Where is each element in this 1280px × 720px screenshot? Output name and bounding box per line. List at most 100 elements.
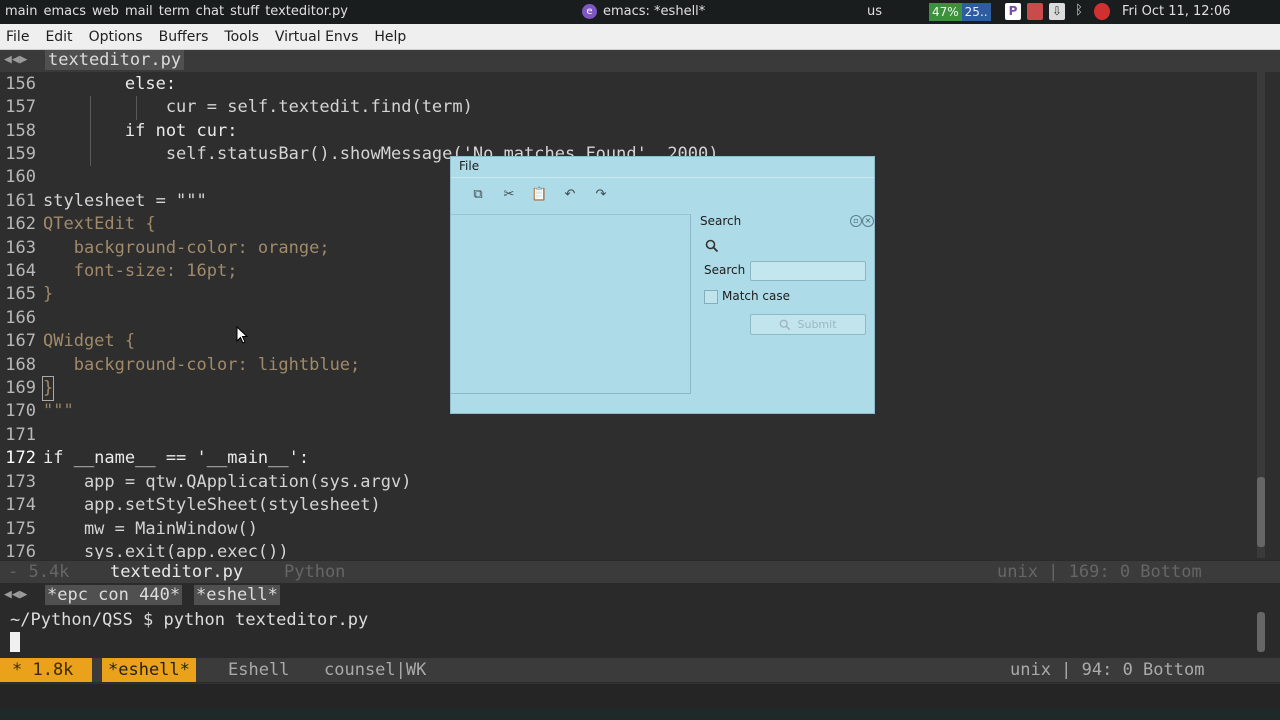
obs-tray-icon[interactable] [1094, 3, 1110, 20]
eshell-buffer[interactable]: ~/Python/QSS $ python texteditor.py [0, 606, 1280, 658]
eshell-modeline[interactable]: * 1.8k *eshell* Eshell counsel|WK unix |… [0, 658, 1280, 682]
workspace-web[interactable]: web [89, 4, 122, 19]
match-case-checkbox[interactable] [704, 290, 718, 304]
modeline-minor-modes[interactable]: counsel|WK [324, 658, 426, 682]
line-number: 175 [5, 519, 36, 539]
line-number: 171 [5, 425, 36, 445]
battery-indicator[interactable]: 47% 25.. [929, 3, 991, 21]
search-input[interactable] [750, 261, 866, 281]
download-tray-icon[interactable]: ⇩ [1049, 3, 1065, 20]
active-window-title[interactable]: e emacs: *eshell* [582, 4, 705, 19]
dock-close-icon[interactable]: × [862, 215, 874, 227]
code-text: """ [43, 401, 74, 421]
menu-buffers[interactable]: Buffers [151, 29, 217, 45]
code-line: 173 app = qtw.QApplication(sys.argv) [0, 471, 1250, 494]
qt-text-editor-window[interactable]: File ⧉ ✂ 📋 ↶ ↷ Search ▫ × Search Match c… [450, 156, 875, 414]
qt-menu-file[interactable]: File [459, 159, 479, 173]
workspace-term[interactable]: term [156, 4, 193, 19]
line-number: 169 [5, 378, 36, 398]
code-line: 157 cur = self.textedit.find(term) [0, 96, 1250, 119]
redo-icon[interactable]: ↷ [593, 187, 609, 203]
eshell-tabline: ◀◀▶ *epc con 440* *eshell* [0, 585, 1280, 605]
line-number: 158 [5, 121, 36, 141]
code-text: cur = self.textedit.find(term) [43, 97, 473, 117]
line-number: 159 [5, 144, 36, 164]
code-text: background-color: lightblue; [43, 355, 361, 375]
workspace-emacs[interactable]: emacs [40, 4, 89, 19]
line-number: 172 [5, 448, 36, 468]
indent-guide [90, 96, 91, 166]
modeline-major-mode[interactable]: Eshell [228, 658, 289, 682]
editor-modeline[interactable]: - 5.4k texteditor.py Python unix | 169: … [0, 561, 1280, 583]
modeline-buffer-name: *eshell* [102, 658, 196, 682]
eshell-prompt-line: ~/Python/QSS $ python texteditor.py [10, 610, 369, 630]
paste-icon[interactable]: 📋 [531, 187, 547, 203]
mouse-pointer-icon [236, 326, 248, 344]
modeline-major-mode[interactable]: Python [284, 561, 345, 583]
bluetooth-icon[interactable]: ᛒ [1071, 3, 1087, 20]
code-text: app = qtw.QApplication(sys.argv) [43, 472, 412, 492]
workspace-mail[interactable]: mail [122, 4, 156, 19]
undo-icon[interactable]: ↶ [562, 187, 578, 203]
menu-help[interactable]: Help [366, 29, 414, 45]
app-tray-icon[interactable] [1027, 3, 1043, 20]
tab-scroll-arrows[interactable]: ◀◀▶ [4, 585, 27, 605]
menu-edit[interactable]: Edit [37, 29, 80, 45]
line-number: 168 [5, 355, 36, 375]
line-number: 157 [5, 97, 36, 117]
code-text: app.setStyleSheet(stylesheet) [43, 495, 381, 515]
modeline-size: - 5.4k [8, 562, 70, 582]
copy-icon[interactable]: ⧉ [470, 187, 486, 203]
scrollbar-thumb[interactable] [1257, 477, 1265, 547]
minibuffer[interactable] [0, 683, 1280, 709]
battery-extra: 25.. [961, 3, 991, 21]
workspace-main[interactable]: main [2, 4, 40, 19]
menu-file[interactable]: File [0, 29, 37, 45]
tab-texteditor[interactable]: texteditor.py [45, 50, 185, 70]
match-case-label[interactable]: Match case [722, 289, 790, 303]
submit-button[interactable]: Submit [750, 314, 866, 335]
cut-icon[interactable]: ✂ [501, 187, 517, 203]
tab-epc-con[interactable]: *epc con 440* [45, 585, 183, 605]
line-number: 165 [5, 284, 36, 304]
tab-eshell[interactable]: *eshell* [194, 585, 280, 605]
qt-text-edit-area[interactable] [451, 214, 691, 394]
menu-tools[interactable]: Tools [216, 29, 267, 45]
qt-toolbar: ⧉ ✂ 📋 ↶ ↷ [451, 177, 874, 214]
code-line: 171 [0, 424, 1250, 447]
keyboard-layout[interactable]: us [867, 4, 882, 19]
editor-scrollbar[interactable] [1257, 72, 1265, 558]
eshell-scrollbar[interactable] [1257, 612, 1265, 652]
code-text: QTextEdit { [43, 214, 156, 234]
code-text: } [43, 284, 54, 304]
modeline-buffer-name: texteditor.py [110, 562, 244, 582]
editor-tabline: ◀◀▶ texteditor.py [0, 50, 1280, 72]
workspace-texteditor[interactable]: texteditor.py [262, 4, 351, 19]
search-icon [780, 319, 791, 330]
modeline-position: unix | 169: 0 Bottom [997, 562, 1202, 582]
desktop-wallpaper-strip [0, 708, 1280, 720]
code-line: 156 else: [0, 73, 1250, 96]
line-number: 170 [5, 401, 36, 421]
search-dock-title: Search [700, 214, 742, 228]
emacs-menubar: File Edit Options Buffers Tools Virtual … [0, 24, 1280, 50]
workspace-stuff[interactable]: stuff [227, 4, 262, 19]
search-icon [705, 239, 719, 253]
modeline-position: unix | 94: 0 Bottom [1010, 660, 1205, 680]
tab-scroll-arrows[interactable]: ◀◀▶ [4, 52, 27, 67]
dock-float-icon[interactable]: ▫ [850, 215, 862, 227]
system-topbar: main emacs web mail term chat stuff text… [0, 0, 1280, 24]
p-tray-icon[interactable]: P [1005, 3, 1021, 20]
clock[interactable]: Fri Oct 11, 12:06 [1122, 4, 1231, 19]
submit-label: Submit [797, 318, 837, 331]
line-number: 156 [5, 74, 36, 94]
menu-virtual-envs[interactable]: Virtual Envs [267, 29, 367, 45]
code-line: 176 sys.exit(app.exec()) [0, 541, 1250, 559]
code-text: else: [43, 74, 177, 94]
workspace-chat[interactable]: chat [193, 4, 227, 19]
code-line: 158 if not cur: [0, 120, 1250, 143]
line-number: 174 [5, 495, 36, 515]
search-label: Search [704, 263, 746, 277]
menu-options[interactable]: Options [81, 29, 151, 45]
code-text: stylesheet = """ [43, 191, 207, 211]
